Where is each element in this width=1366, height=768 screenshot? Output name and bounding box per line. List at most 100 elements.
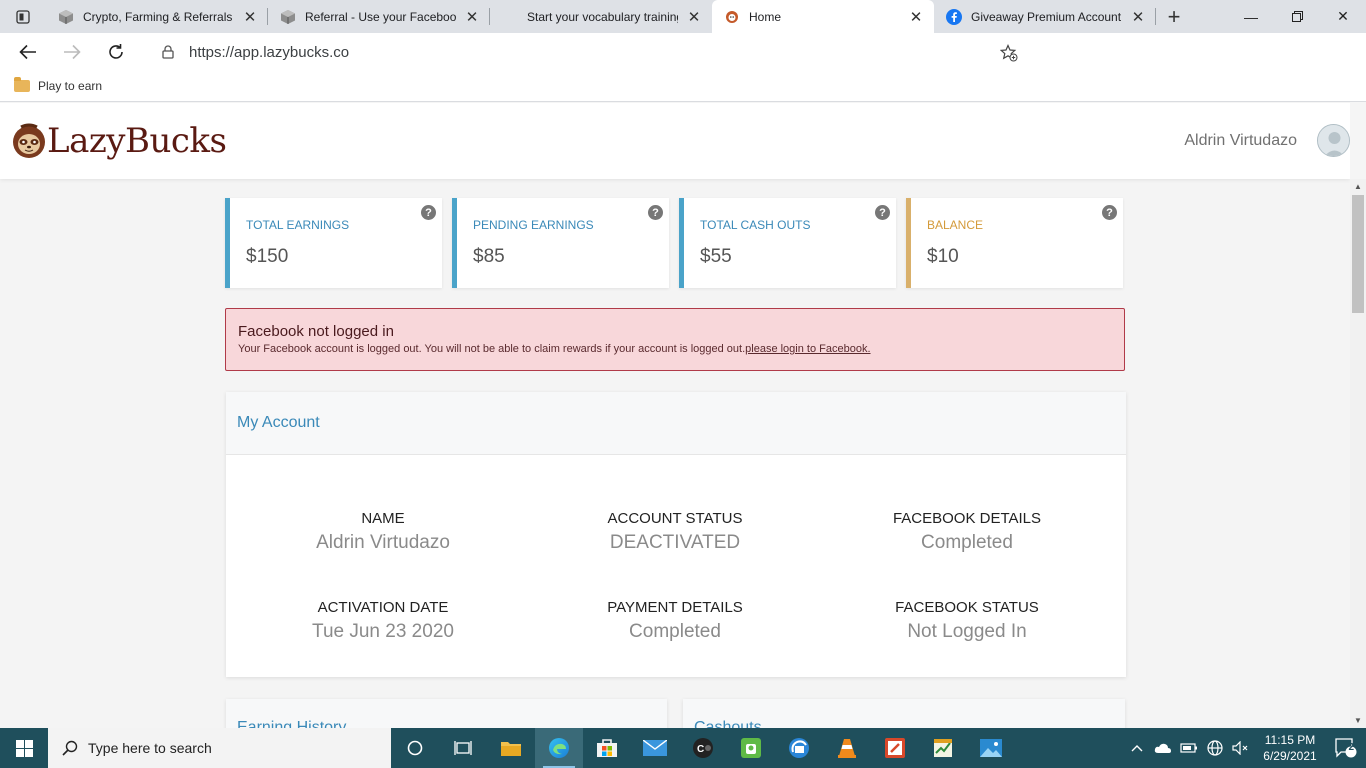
field-value: Tue Jun 23 2020	[312, 621, 454, 642]
app-dark-button[interactable]: C	[679, 728, 727, 768]
file-explorer-button[interactable]	[487, 728, 535, 768]
notifications-button[interactable]: 2	[1326, 728, 1366, 768]
field-label: FACEBOOK STATUS	[895, 599, 1039, 616]
alert-title: Facebook not logged in	[238, 323, 394, 340]
editor-app-button[interactable]	[919, 728, 967, 768]
cortana-icon	[407, 740, 423, 756]
forward-button[interactable]	[53, 36, 91, 68]
tab-title: Crypto, Farming & Referrals |	[83, 9, 234, 24]
account-field-name: NAME Aldrin Virtudazo	[253, 510, 513, 554]
plus-icon: +	[1167, 3, 1181, 29]
minimize-button[interactable]: —	[1228, 0, 1274, 33]
close-tab-icon[interactable]: ✕	[686, 9, 702, 26]
photos-icon	[980, 739, 1002, 757]
battery-icon[interactable]	[1177, 742, 1201, 754]
bookmarks-bar: Play to earn	[0, 71, 1366, 102]
help-icon[interactable]: ?	[421, 205, 436, 220]
start-button[interactable]	[0, 728, 48, 768]
earning-history-card: Earning History	[226, 699, 667, 728]
edge-icon	[549, 738, 569, 758]
clock[interactable]: 11:15 PM 6/29/2021	[1254, 732, 1326, 764]
tab-title: Giveaway Premium Account	[971, 9, 1122, 24]
cortana-button[interactable]	[391, 728, 439, 768]
vlc-icon	[838, 739, 856, 758]
logo-text: LazyBucks	[47, 121, 227, 161]
close-tab-icon[interactable]: ✕	[1130, 9, 1146, 26]
lazybucks-icon	[724, 9, 740, 25]
header-user-name[interactable]: Aldrin Virtudazo	[1184, 132, 1297, 150]
restore-button[interactable]	[1274, 0, 1320, 33]
close-tab-icon[interactable]: ✕	[908, 9, 924, 26]
tab-referral[interactable]: Referral - Use your Facebook ✕	[268, 0, 490, 33]
editor-app-icon	[934, 739, 952, 757]
cashouts-card: Cashouts	[683, 699, 1125, 728]
tab-title: Referral - Use your Facebook	[305, 9, 456, 24]
window-controls: — ✕	[1228, 0, 1366, 33]
my-account-card: My Account NAME Aldrin Virtudazo ACCOUNT…	[226, 392, 1126, 677]
close-icon: ✕	[1337, 8, 1349, 24]
search-icon	[62, 740, 78, 756]
card-title: My Account	[237, 414, 320, 431]
tab-title: Home	[749, 9, 782, 24]
field-label: ACCOUNT STATUS	[607, 510, 743, 527]
bookmark-folder-play-to-earn[interactable]: Play to earn	[38, 79, 102, 93]
scroll-up-icon[interactable]: ▲	[1354, 182, 1362, 191]
red-app-icon	[885, 738, 905, 758]
field-value: Aldrin Virtudazo	[316, 532, 450, 553]
field-value: Completed	[921, 532, 1013, 553]
show-hidden-icons[interactable]	[1125, 744, 1149, 752]
store-button[interactable]	[583, 728, 631, 768]
tab-actions-button[interactable]	[0, 0, 46, 33]
mail-button[interactable]	[631, 728, 679, 768]
vlc-button[interactable]	[823, 728, 871, 768]
facebook-icon	[946, 8, 962, 25]
tab-vocabulary[interactable]: Start your vocabulary training ✕	[490, 0, 712, 33]
new-tab-button[interactable]: +	[1156, 0, 1192, 33]
help-icon[interactable]: ?	[648, 205, 663, 220]
windows-icon	[15, 739, 33, 757]
stat-value: $10	[927, 246, 959, 267]
android-app-button[interactable]	[727, 728, 775, 768]
svg-text:C: C	[697, 744, 704, 755]
close-window-button[interactable]: ✕	[1320, 0, 1366, 33]
tab-giveaway[interactable]: Giveaway Premium Account ✕	[934, 0, 1156, 33]
field-value: Completed	[629, 621, 721, 642]
scroll-thumb[interactable]	[1352, 195, 1364, 313]
red-app-button[interactable]	[871, 728, 919, 768]
stat-label: TOTAL CASH OUTS	[700, 218, 811, 232]
store-icon	[597, 739, 617, 757]
back-button[interactable]	[9, 36, 47, 68]
scroll-down-icon[interactable]: ▼	[1354, 716, 1362, 725]
tab-home[interactable]: Home ✕	[712, 0, 934, 33]
browser-app-icon	[789, 738, 809, 758]
refresh-icon	[109, 44, 123, 59]
clock-time: 11:15 PM	[1264, 733, 1316, 747]
box-icon	[58, 9, 74, 25]
network-icon[interactable]	[1203, 740, 1227, 756]
add-favorite-icon[interactable]	[1000, 44, 1018, 62]
app-dark-icon: C	[693, 738, 713, 758]
onedrive-icon[interactable]	[1151, 742, 1175, 754]
field-value: Not Logged In	[907, 621, 1027, 642]
tab-crypto-farming[interactable]: Crypto, Farming & Referrals | ✕	[46, 0, 268, 33]
facebook-alert: Facebook not logged in Your Facebook acc…	[225, 308, 1125, 371]
facebook-login-link[interactable]: please login to Facebook.	[745, 343, 870, 355]
volume-muted-icon[interactable]	[1229, 741, 1253, 755]
browser-app-button[interactable]	[775, 728, 823, 768]
close-tab-icon[interactable]: ✕	[464, 9, 480, 26]
page-scrollbar[interactable]: ▲ ▼	[1350, 179, 1366, 728]
url-field[interactable]: https://app.lazybucks.co	[144, 36, 1029, 68]
stat-value: $150	[246, 246, 289, 267]
system-tray: 11:15 PM 6/29/2021 2	[1124, 728, 1366, 768]
help-icon[interactable]: ?	[875, 205, 890, 220]
avatar[interactable]	[1317, 124, 1350, 157]
mail-icon	[643, 740, 667, 756]
taskbar-search[interactable]: Type here to search	[48, 728, 391, 768]
edge-button[interactable]	[535, 728, 583, 768]
close-tab-icon[interactable]: ✕	[242, 9, 258, 26]
photos-button[interactable]	[967, 728, 1015, 768]
task-view-button[interactable]	[439, 728, 487, 768]
site-logo[interactable]: LazyBucks	[11, 121, 227, 161]
refresh-button[interactable]	[97, 36, 135, 68]
help-icon[interactable]: ?	[1102, 205, 1117, 220]
